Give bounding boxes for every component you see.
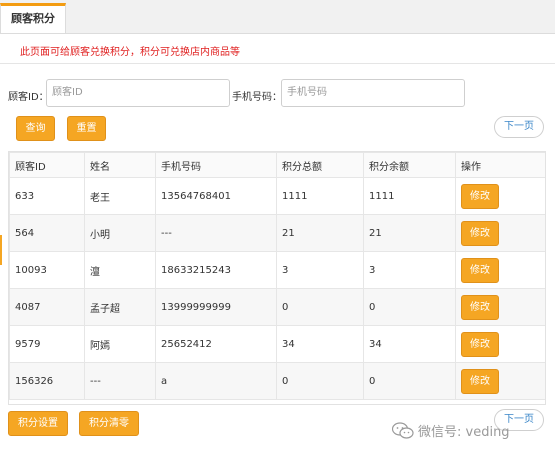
cell-action: 修改 <box>455 214 545 252</box>
edit-button[interactable]: 修改 <box>461 368 499 394</box>
cell-points-balance: 0 <box>363 288 456 326</box>
next-page-button-top[interactable]: 下一页 <box>494 116 544 138</box>
phone-label: 手机号码： <box>232 92 282 103</box>
cell-points-balance: 1111 <box>363 177 456 215</box>
col-header-points-total: 积分总额 <box>276 152 364 178</box>
cell-name: 孟子超 <box>84 288 156 326</box>
edit-button[interactable]: 修改 <box>461 220 499 246</box>
cell-name: 澶 <box>84 251 156 289</box>
cell-customer-id: 564 <box>9 214 85 252</box>
table-row: 564 小明 --- 21 21 修改 <box>9 214 545 252</box>
cell-name: 老王 <box>84 177 156 215</box>
cell-action: 修改 <box>455 288 545 326</box>
tab-bar: 顾客积分 <box>0 0 555 34</box>
side-marker <box>0 235 2 265</box>
cell-customer-id: 10093 <box>9 251 85 289</box>
cell-phone: 18633215243 <box>155 251 277 289</box>
cell-action: 修改 <box>455 325 545 363</box>
cell-phone: a <box>155 362 277 400</box>
edit-button[interactable]: 修改 <box>461 183 499 209</box>
watermark: 微信号: veding <box>391 421 510 440</box>
cell-points-total: 3 <box>276 251 364 289</box>
cell-phone: 13564768401 <box>155 177 277 215</box>
col-header-customer-id: 顾客ID <box>9 152 85 178</box>
col-header-action: 操作 <box>455 152 545 178</box>
cell-phone: 25652412 <box>155 325 277 363</box>
cell-points-balance: 3 <box>363 251 456 289</box>
points-clear-button[interactable]: 积分清零 <box>79 411 139 436</box>
divider <box>0 63 555 64</box>
page-notice: 此页面可给顾客兑换积分，积分可兑换店内商品等 <box>20 47 240 58</box>
customer-id-input[interactable]: 顾客ID <box>46 79 230 107</box>
cell-points-total: 0 <box>276 288 364 326</box>
cell-points-balance: 0 <box>363 362 456 400</box>
cell-points-balance: 34 <box>363 325 456 363</box>
phone-input[interactable]: 手机号码 <box>281 79 465 107</box>
table-row: 9579 阿嫣 25652412 34 34 修改 <box>9 325 545 363</box>
cell-name: --- <box>84 362 156 400</box>
cell-name: 阿嫣 <box>84 325 156 363</box>
col-header-phone: 手机号码 <box>155 152 277 178</box>
table-row: 156326 --- a 0 0 修改 <box>9 362 545 400</box>
cell-action: 修改 <box>455 177 545 215</box>
points-settings-button[interactable]: 积分设置 <box>8 411 68 436</box>
watermark-text: 微信号: veding <box>418 425 510 440</box>
cell-customer-id: 4087 <box>9 288 85 326</box>
cell-customer-id: 9579 <box>9 325 85 363</box>
cell-phone: --- <box>155 214 277 252</box>
cell-points-total: 0 <box>276 362 364 400</box>
edit-button[interactable]: 修改 <box>461 331 499 357</box>
col-header-points-balance: 积分余额 <box>363 152 456 178</box>
table-row: 633 老王 13564768401 1111 1111 修改 <box>9 177 545 215</box>
table-row: 10093 澶 18633215243 3 3 修改 <box>9 251 545 289</box>
cell-phone: 13999999999 <box>155 288 277 326</box>
tab-customer-points[interactable]: 顾客积分 <box>0 3 66 33</box>
table-row: 4087 孟子超 13999999999 0 0 修改 <box>9 288 545 326</box>
cell-points-total: 1111 <box>276 177 364 215</box>
cell-name: 小明 <box>84 214 156 252</box>
cell-points-total: 34 <box>276 325 364 363</box>
cell-customer-id: 633 <box>9 177 85 215</box>
col-header-name: 姓名 <box>84 152 156 178</box>
reset-button[interactable]: 重置 <box>67 116 106 141</box>
table-header-row: 顾客ID 姓名 手机号码 积分总额 积分余额 操作 <box>9 152 545 178</box>
cell-points-balance: 21 <box>363 214 456 252</box>
cell-action: 修改 <box>455 251 545 289</box>
cell-customer-id: 156326 <box>9 362 85 400</box>
cell-action: 修改 <box>455 362 545 400</box>
wechat-icon <box>391 422 414 439</box>
cell-points-total: 21 <box>276 214 364 252</box>
query-button[interactable]: 查询 <box>16 116 55 141</box>
edit-button[interactable]: 修改 <box>461 257 499 283</box>
customer-id-label: 顾客ID： <box>8 92 49 103</box>
edit-button[interactable]: 修改 <box>461 294 499 320</box>
points-table: 顾客ID 姓名 手机号码 积分总额 积分余额 操作 633 老王 1356476… <box>8 151 546 405</box>
